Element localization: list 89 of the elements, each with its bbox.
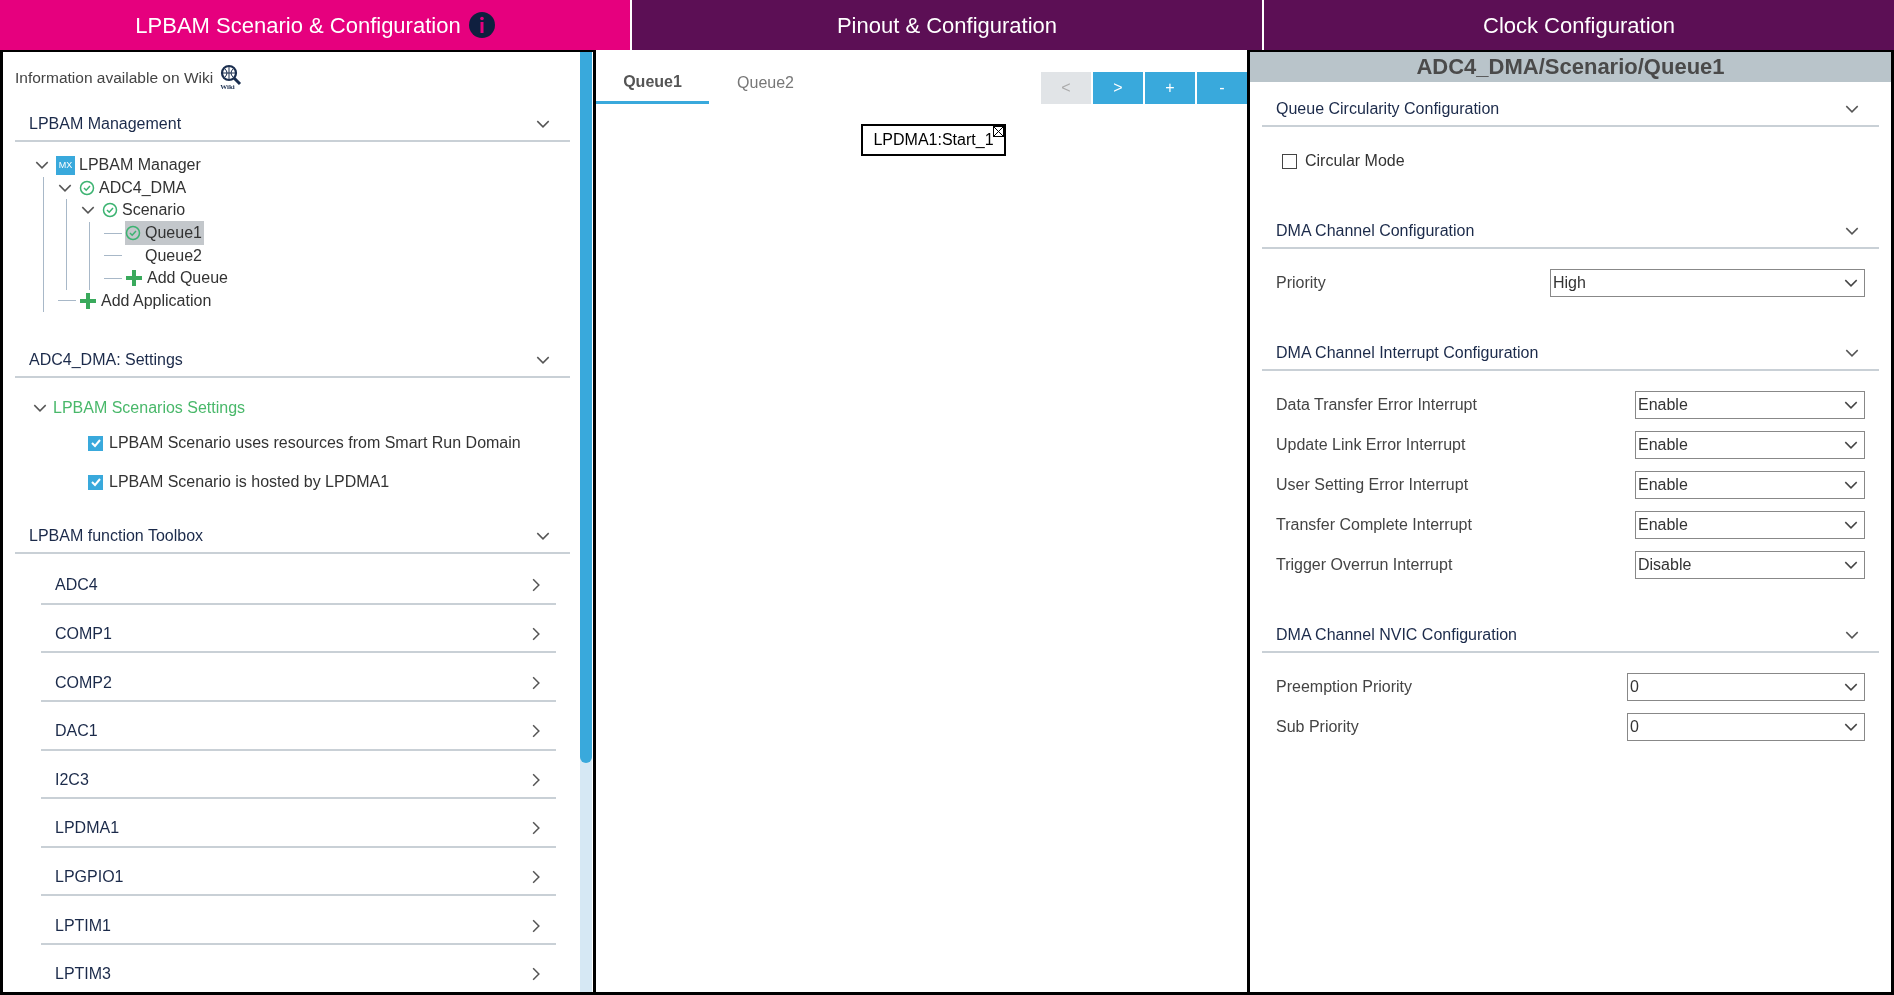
logo-icon: MX — [56, 155, 75, 175]
chevron-icon — [536, 356, 550, 365]
checkbox-label: Circular Mode — [1305, 151, 1405, 171]
queue-tab[interactable]: Queue1 — [596, 66, 709, 104]
dropdown[interactable]: High — [1550, 269, 1865, 297]
section-header[interactable]: Queue Circularity Configuration — [1262, 97, 1879, 127]
close-icon[interactable] — [992, 126, 1004, 137]
toolbox-item[interactable]: COMP1 — [41, 604, 556, 654]
chevron-icon — [536, 532, 550, 541]
field-label: Priority — [1276, 273, 1326, 293]
check-circle-icon — [79, 179, 95, 196]
section-header[interactable]: LPBAM Management — [15, 112, 570, 142]
field-label: Data Transfer Error Interrupt — [1276, 395, 1477, 415]
caret-icon — [1844, 481, 1858, 489]
caret-icon — [1844, 683, 1858, 691]
check-circle-icon — [102, 202, 118, 219]
field-label: Update Link Error Interrupt — [1276, 435, 1466, 455]
toolbox-item[interactable]: ADC4 — [41, 556, 556, 605]
toolbox-item[interactable]: COMP2 — [41, 653, 556, 702]
dropdown[interactable]: Enable — [1635, 471, 1865, 499]
tree-item[interactable]: Add Application — [79, 288, 214, 313]
toolbox-item[interactable]: DAC1 — [41, 701, 556, 751]
toolbox-item[interactable]: LPTIM3 — [41, 944, 556, 992]
tree-item[interactable]: Queue1 — [125, 221, 204, 246]
section-header[interactable]: ADC4_DMA: Settings — [15, 348, 570, 379]
caret-icon — [1844, 521, 1858, 529]
toolbox-item[interactable]: I2C3 — [41, 750, 556, 800]
chevron-right-icon — [532, 772, 540, 787]
field-label: Sub Priority — [1276, 717, 1359, 737]
caret-icon — [1844, 441, 1858, 449]
tree-item[interactable]: Queue2 — [125, 243, 204, 268]
collapse-icon — [58, 183, 72, 192]
collapse-icon — [81, 206, 95, 215]
plus-icon — [125, 269, 143, 288]
chevron-icon — [1845, 105, 1859, 113]
dropdown[interactable]: Enable — [1635, 431, 1865, 459]
toolbox-item[interactable]: LPDMA1 — [41, 799, 556, 848]
top-tab[interactable]: Pinout & Configuration — [632, 0, 1262, 50]
section-header[interactable]: LPBAM function Toolbox — [15, 524, 570, 555]
caret-icon — [1844, 723, 1858, 731]
checkbox[interactable] — [88, 435, 103, 451]
check-circle-icon — [125, 225, 141, 242]
wiki-info-text: Information available on Wiki — [15, 68, 214, 89]
tree-item[interactable]: Scenario — [102, 198, 188, 223]
caret-icon — [1844, 561, 1858, 569]
field-label: Trigger Overrun Interrupt — [1276, 555, 1453, 575]
toolbox-item[interactable]: LPGPIO1 — [41, 847, 556, 897]
queue-tab[interactable]: Queue2 — [709, 66, 822, 104]
dropdown[interactable]: Disable — [1635, 551, 1865, 579]
section-header[interactable]: DMA Channel Configuration — [1262, 219, 1879, 249]
panel-title: ADC4_DMA/Scenario/Queue1 — [1250, 52, 1891, 82]
field-label: User Setting Error Interrupt — [1276, 475, 1469, 495]
option-label: LPBAM Scenario uses resources from Smart Run Domain — [109, 433, 521, 454]
chevron-right-icon — [532, 675, 540, 690]
section-header[interactable]: DMA Channel Interrupt Configuration — [1262, 341, 1879, 371]
collapse-icon — [35, 161, 49, 170]
chevron-icon — [1845, 631, 1859, 639]
chevron-right-icon — [532, 821, 540, 836]
dropdown[interactable]: 0 — [1627, 713, 1865, 741]
tree-item[interactable]: MX LPBAM Manager — [56, 153, 203, 178]
field-label: Preemption Priority — [1276, 677, 1413, 697]
field-label: Transfer Complete Interrupt — [1276, 515, 1472, 535]
top-tab[interactable]: Clock Configuration — [1264, 0, 1894, 50]
chevron-right-icon — [532, 870, 540, 884]
dropdown[interactable]: 0 — [1627, 673, 1865, 701]
chevron-right-icon — [532, 724, 540, 739]
chevron-icon — [1845, 227, 1859, 235]
chevron-icon — [1845, 349, 1859, 357]
collapse-icon — [33, 404, 47, 413]
chevron-right-icon — [532, 918, 540, 933]
chevron-right-icon — [532, 967, 540, 982]
dropdown[interactable]: Enable — [1635, 511, 1865, 539]
tree-item[interactable]: Add Queue — [125, 266, 230, 291]
option-label: LPBAM Scenario is hosted by LPDMA1 — [109, 472, 390, 493]
chevron-right-icon — [532, 627, 540, 642]
top-tab[interactable]: LPBAM Scenario & Configuration — [0, 0, 630, 50]
section-header[interactable]: DMA Channel NVIC Configuration — [1262, 623, 1879, 653]
plus-icon — [79, 291, 97, 310]
caret-icon — [1844, 279, 1858, 287]
chevron-icon — [536, 120, 550, 128]
toolbox-item[interactable]: LPTIM1 — [41, 896, 556, 945]
checkbox[interactable] — [88, 474, 103, 490]
diagram-node[interactable]: LPDMA1:Start_1 — [861, 124, 1006, 156]
caret-icon — [1844, 401, 1858, 409]
checkbox[interactable] — [1282, 153, 1297, 169]
tree-item[interactable]: ADC4_DMA — [79, 175, 189, 200]
scrollbar[interactable] — [580, 52, 592, 992]
dropdown[interactable]: Enable — [1635, 391, 1865, 419]
chevron-right-icon — [532, 578, 540, 593]
